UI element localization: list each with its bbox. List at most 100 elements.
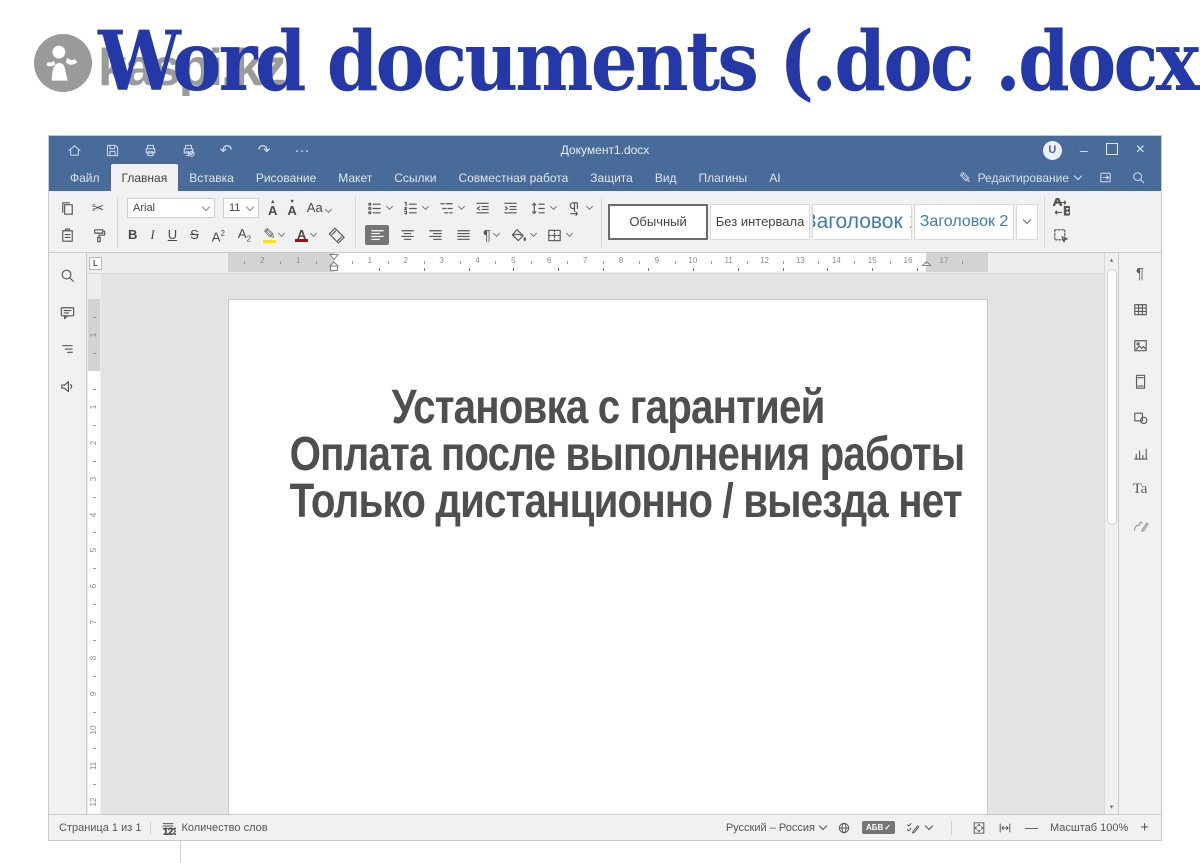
track-changes-button[interactable] <box>905 820 932 836</box>
style-no-spacing[interactable]: Без интервала <box>710 204 810 240</box>
edit-mode-selector[interactable]: ✎ Редактирование <box>959 169 1081 187</box>
vertical-scrollbar[interactable]: ▴ ▾ <box>1104 253 1118 814</box>
tab-вид[interactable]: Вид <box>644 164 688 191</box>
align-left-button[interactable] <box>365 225 389 245</box>
redo-button[interactable]: ↷ <box>245 138 283 162</box>
check-icon: ✓ <box>884 823 891 832</box>
tab-stop-selector[interactable]: L <box>89 257 102 270</box>
scroll-down-arrow[interactable]: ▾ <box>1105 803 1118 811</box>
ruler-mark <box>424 261 425 264</box>
highlight-color-button[interactable]: ✎ <box>263 225 284 245</box>
language-selector[interactable]: Русский – Россия <box>726 822 826 834</box>
quick-print-button[interactable] <box>169 138 207 162</box>
strikethrough-button[interactable]: S <box>189 225 200 245</box>
style-gallery-more-button[interactable] <box>1016 204 1038 240</box>
tab-ссылки[interactable]: Ссылки <box>383 164 447 191</box>
style-heading2[interactable]: Заголовок 2 <box>914 204 1014 240</box>
open-file-location-button[interactable] <box>1097 166 1114 190</box>
horizontal-ruler[interactable]: L 211234567891011121314151617 <box>87 253 1104 274</box>
spellcheck-toggle[interactable]: АБВ ✓ <box>862 821 895 834</box>
zoom-out-button[interactable]: — <box>1023 820 1040 835</box>
tab-макет[interactable]: Макет <box>327 164 383 191</box>
document-viewport[interactable]: 1123456789101112 Установка с гарантией О… <box>87 274 1104 814</box>
tab-ai[interactable]: AI <box>758 164 791 191</box>
more-actions-button[interactable]: ··· <box>283 138 321 162</box>
save-button[interactable] <box>93 138 131 162</box>
underline-button[interactable]: U <box>167 225 178 245</box>
font-color-button[interactable]: A <box>295 225 316 245</box>
multilevel-list-button[interactable] <box>437 198 464 218</box>
bullets-button[interactable] <box>365 198 392 218</box>
superscript-button[interactable]: A2 <box>211 225 226 245</box>
change-case-button[interactable]: Aa <box>306 198 333 218</box>
headings-panel-button[interactable] <box>58 339 77 359</box>
search-panel-button[interactable] <box>58 265 77 285</box>
tab-рисование[interactable]: Рисование <box>245 164 327 191</box>
tab-плагины[interactable]: Плагины <box>688 164 759 191</box>
table-settings-button[interactable] <box>1131 299 1150 319</box>
undo-button[interactable]: ↶ <box>207 138 245 162</box>
paragraph-direction-button[interactable] <box>565 198 592 218</box>
paragraph-settings-button[interactable]: ¶ <box>1131 263 1149 283</box>
format-painter-button[interactable] <box>89 225 108 245</box>
search-button[interactable] <box>1130 166 1147 190</box>
fit-width-button[interactable] <box>997 820 1013 836</box>
align-center-button[interactable] <box>398 225 417 245</box>
text-art-settings-button[interactable]: Ta <box>1131 479 1149 499</box>
tab-защита[interactable]: Защита <box>579 164 644 191</box>
shading-button[interactable] <box>509 225 536 245</box>
close-button[interactable]: × <box>1136 142 1145 158</box>
justify-button[interactable] <box>454 225 473 245</box>
scroll-up-arrow[interactable]: ▴ <box>1105 256 1118 264</box>
tab-совместная-работа[interactable]: Совместная работа <box>447 164 579 191</box>
nonprinting-chars-button[interactable]: ¶ <box>482 225 500 245</box>
header-footer-settings-button[interactable] <box>1131 371 1150 391</box>
first-line-indent-marker[interactable] <box>329 254 339 272</box>
numbering-button[interactable] <box>401 198 428 218</box>
zoom-in-button[interactable]: + <box>1138 819 1151 836</box>
feedback-button[interactable] <box>58 376 77 396</box>
italic-button[interactable]: I <box>149 225 155 245</box>
increase-font-button[interactable]: ▴A <box>267 198 278 218</box>
vertical-ruler[interactable]: 1123456789101112 <box>87 274 101 814</box>
comments-panel-button[interactable] <box>58 302 77 322</box>
increase-indent-button[interactable] <box>501 198 520 218</box>
decrease-indent-button[interactable] <box>473 198 492 218</box>
minimize-button[interactable]: – <box>1080 143 1088 157</box>
zoom-level[interactable]: Масштаб 100% <box>1050 822 1128 834</box>
bold-button[interactable]: B <box>127 225 138 245</box>
maximize-button[interactable] <box>1106 143 1118 157</box>
font-name-select[interactable]: Arial <box>127 198 215 218</box>
fit-page-button[interactable] <box>971 820 987 836</box>
replace-button[interactable] <box>1051 198 1070 218</box>
cut-button[interactable]: ✂ <box>89 198 107 218</box>
home-button[interactable] <box>55 138 93 162</box>
page-indicator[interactable]: Страница 1 из 1 <box>59 822 141 834</box>
font-size-select[interactable]: 11 <box>223 198 259 218</box>
clear-style-button[interactable] <box>327 225 346 245</box>
tab-вставка[interactable]: Вставка <box>178 164 245 191</box>
signature-settings-button[interactable] <box>1131 515 1150 535</box>
style-heading1[interactable]: Заголовок 1 <box>812 204 912 240</box>
borders-button[interactable] <box>545 225 572 245</box>
decrease-font-button[interactable]: ▾A <box>286 198 297 218</box>
copy-button[interactable] <box>58 198 77 218</box>
ruler-mark <box>783 268 784 271</box>
tab-файл[interactable]: Файл <box>59 164 111 191</box>
paste-button[interactable] <box>58 225 77 245</box>
user-avatar[interactable]: U <box>1043 141 1062 160</box>
chart-settings-button[interactable] <box>1131 443 1150 463</box>
shape-settings-button[interactable] <box>1131 407 1150 427</box>
set-language-button[interactable] <box>836 820 852 836</box>
style-normal[interactable]: Обычный <box>608 204 708 240</box>
tab-главная[interactable]: Главная <box>111 164 179 191</box>
align-right-button[interactable] <box>426 225 445 245</box>
subscript-button[interactable]: A2 <box>237 225 252 245</box>
scrollbar-thumb[interactable] <box>1107 269 1117 525</box>
image-settings-button[interactable] <box>1131 335 1150 355</box>
print-button[interactable] <box>131 138 169 162</box>
select-all-button[interactable] <box>1051 226 1070 246</box>
word-count-button[interactable]: Количество слов <box>160 820 267 836</box>
document-page[interactable]: Установка с гарантией Оплата после выпол… <box>228 299 988 814</box>
line-spacing-button[interactable] <box>529 198 556 218</box>
